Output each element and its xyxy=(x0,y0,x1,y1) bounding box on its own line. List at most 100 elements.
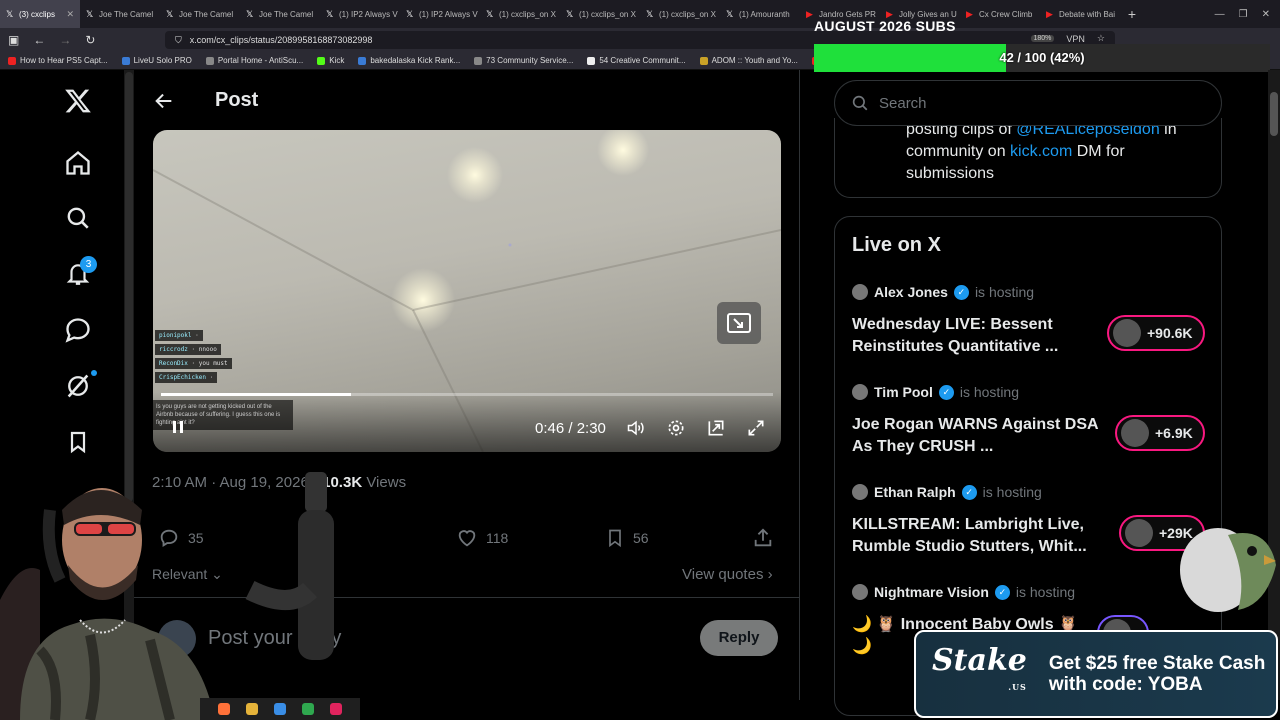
browser-tab[interactable]: 𝕏 (1) cxclips_on X xyxy=(480,0,560,28)
bookmark-item[interactable]: 73 Community Service... xyxy=(474,56,573,65)
browser-tab[interactable]: 𝕏 Joe The Camel xyxy=(240,0,320,28)
search-icon[interactable] xyxy=(62,202,94,234)
grok-new-dot xyxy=(91,370,97,376)
pause-icon[interactable] xyxy=(171,420,185,437)
reload-icon[interactable]: ↻ xyxy=(85,33,95,47)
profile-bio: posting clips of @REALiceposeidon in com… xyxy=(906,119,1206,185)
browser-tab[interactable]: ▶ Debate with Bai xyxy=(1040,0,1120,28)
zoom-level[interactable]: 180% xyxy=(1030,35,1055,42)
live-host-line[interactable]: Nightmare Vision ✓ is hosting xyxy=(852,584,1075,600)
tab-label: (1) IP2 Always V xyxy=(419,9,478,19)
new-tab-icon[interactable]: + xyxy=(1120,6,1144,22)
bookmark-star-icon[interactable]: ☆ xyxy=(1097,33,1105,44)
back-arrow-icon[interactable] xyxy=(153,90,175,118)
video-player[interactable]: pionipokl · riccrodz · nnooo ReconDix · y… xyxy=(153,130,781,452)
picture-in-picture-button[interactable] xyxy=(717,302,761,344)
live-listeners-pill[interactable]: +90.6K xyxy=(1107,315,1205,351)
messages-icon[interactable] xyxy=(62,314,94,346)
like-action[interactable]: 118 xyxy=(456,527,508,549)
live-space-title[interactable]: KILLSTREAM: Lambright Live, Rumble Studi… xyxy=(852,514,1102,558)
stake-logo: Stake .US xyxy=(932,646,1027,700)
settings-gear-icon[interactable] xyxy=(665,417,687,439)
home-icon[interactable] xyxy=(62,147,94,179)
folder-icon[interactable] xyxy=(246,703,258,715)
forward-icon[interactable]: → xyxy=(59,33,71,47)
bookmark-favicon-icon xyxy=(8,56,16,65)
firefox-icon[interactable] xyxy=(218,703,230,715)
stake-ad-banner: Stake .US Get $25 free Stake Cash with c… xyxy=(914,630,1278,718)
reply-button[interactable]: Reply xyxy=(700,620,778,656)
left-scrollbar-thumb[interactable] xyxy=(125,72,133,502)
browser-tab[interactable]: ▶ Cx Crew Climb xyxy=(960,0,1040,28)
x-icon: 𝕏 xyxy=(6,8,14,19)
x-icon: 𝕏 xyxy=(486,8,494,19)
heart-icon xyxy=(458,530,476,547)
view-quotes-link[interactable]: View quotes › xyxy=(682,566,773,583)
x-logo-icon[interactable] xyxy=(62,85,94,117)
app-icon-2[interactable] xyxy=(302,703,314,715)
shield-icon: ⛉ xyxy=(175,34,182,45)
app-icon[interactable] xyxy=(274,703,286,715)
live-host-line[interactable]: Tim Pool ✓ is hosting xyxy=(852,384,1019,400)
verified-badge-icon: ✓ xyxy=(994,584,1010,600)
volume-icon[interactable] xyxy=(625,417,647,439)
browser-tab[interactable]: 𝕏 Joe The Camel xyxy=(160,0,240,28)
browser-tab[interactable]: 𝕏 (1) IP2 Always V xyxy=(400,0,480,28)
search-input[interactable]: Search xyxy=(834,80,1222,126)
subs-goal-label: AUGUST 2026 SUBS xyxy=(814,18,956,34)
browser-tab[interactable]: 𝕏 (1) Amouranth xyxy=(720,0,800,28)
live-space-title[interactable]: Wednesday LIVE: Bessent Reinstitutes Qua… xyxy=(852,314,1102,358)
bookmark-label: Kick xyxy=(329,56,345,65)
right-scrollbar-thumb[interactable] xyxy=(1270,92,1278,136)
restore-icon[interactable]: ❐ xyxy=(1239,9,1248,20)
live-listeners-pill[interactable]: +6.9K xyxy=(1115,415,1205,451)
bookmark-item[interactable]: How to Hear PS5 Capt... xyxy=(8,56,108,65)
chat-user: ReconDix xyxy=(159,360,188,367)
tab-label: (1) IP2 Always V xyxy=(339,9,398,19)
browser-tab[interactable]: 𝕏 (1) IP2 Always V xyxy=(320,0,400,28)
vpn-label[interactable]: VPN xyxy=(1066,34,1085,44)
bookmark-item[interactable]: LiveU Solo PRO xyxy=(121,56,192,65)
minimize-icon[interactable]: — xyxy=(1215,9,1225,20)
webcam-overlay xyxy=(0,470,350,720)
bookmark-item[interactable]: 54 Creative Communit... xyxy=(587,56,686,65)
bookmark-item[interactable]: ADOM :: Youth and Yo... xyxy=(699,56,798,65)
browser-tab[interactable]: 𝕏 (3) cxclips ✕ xyxy=(0,0,80,28)
bookmark-action[interactable]: 56 xyxy=(605,527,649,549)
views-label: Views xyxy=(362,474,407,491)
kick-link[interactable]: kick.com xyxy=(1010,143,1072,160)
stake-logo-text: Stake xyxy=(932,643,1027,678)
fullscreen-icon[interactable] xyxy=(745,417,767,439)
live-host-line[interactable]: Alex Jones ✓ is hosting xyxy=(852,284,1034,300)
pip-toggle-icon[interactable] xyxy=(705,417,727,439)
avatar xyxy=(1125,519,1153,547)
sidebar-toggle-icon[interactable]: ▣ xyxy=(8,33,19,47)
browser-tab[interactable]: 𝕏 (1) cxclips_on X xyxy=(560,0,640,28)
close-tab-icon[interactable]: ✕ xyxy=(66,9,74,20)
close-window-icon[interactable]: ✕ xyxy=(1262,9,1270,20)
view-quotes-label: View quotes xyxy=(682,566,764,583)
bookmark-item[interactable]: Kick xyxy=(317,56,344,65)
tab-label: (3) cxclips xyxy=(19,9,56,19)
picture-in-picture-icon xyxy=(727,313,751,333)
grok-icon[interactable] xyxy=(62,370,94,402)
x-icon: 𝕏 xyxy=(166,8,174,19)
browser-tab[interactable]: 𝕏 (1) cxclips_on X xyxy=(640,0,720,28)
app-icon-3[interactable] xyxy=(330,703,342,715)
verified-badge-icon: ✓ xyxy=(953,284,969,300)
subs-goal-bar: 42 / 100 (42%) xyxy=(814,44,1270,72)
tab-label: Cx Crew Climb xyxy=(979,9,1033,19)
bookmarks-icon[interactable] xyxy=(62,426,94,458)
bookmark-item[interactable]: bakedalaska Kick Rank... xyxy=(358,56,460,65)
browser-tab[interactable]: 𝕏 Joe The Camel xyxy=(80,0,160,28)
page-title: Post xyxy=(215,89,259,111)
back-icon[interactable]: ← xyxy=(33,33,45,47)
live-space-title[interactable]: Joe Rogan WARNS Against DSA As They CRUS… xyxy=(852,414,1102,458)
live-host-line[interactable]: Ethan Ralph ✓ is hosting xyxy=(852,484,1042,500)
bookmark-item[interactable]: Portal Home - AntiScu... xyxy=(205,56,303,65)
x-icon: 𝕏 xyxy=(86,8,94,19)
share-icon[interactable] xyxy=(752,527,774,549)
video-progress-bar[interactable] xyxy=(161,393,773,396)
bookmark-count: 56 xyxy=(633,530,649,546)
search-icon xyxy=(852,95,868,111)
